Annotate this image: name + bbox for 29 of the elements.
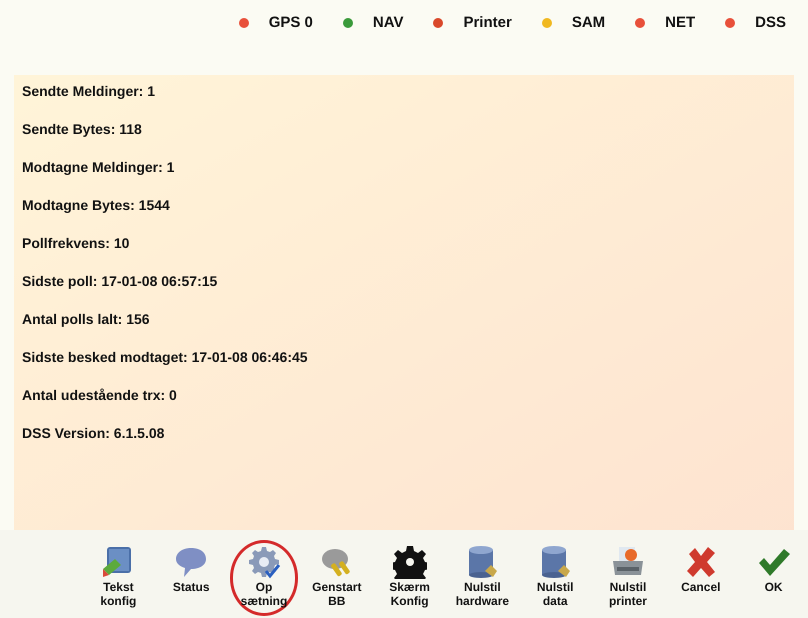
toolbar-button[interactable]: Skærm Konfig bbox=[375, 540, 444, 616]
toolbar-button[interactable]: Nulstil hardware bbox=[448, 540, 517, 616]
info-line: Modtagne Bytes: 1544 bbox=[22, 197, 170, 214]
toolbar-button[interactable]: Op sætning bbox=[230, 540, 298, 616]
status-label: GPS 0 bbox=[268, 12, 313, 33]
gear-check-icon bbox=[246, 545, 281, 579]
info-line: Pollfrekvens: 10 bbox=[22, 235, 130, 252]
info-line: Antal polls lalt: 156 bbox=[22, 311, 150, 328]
toolbar-button[interactable]: OK bbox=[739, 540, 808, 616]
status-label: DSS bbox=[755, 12, 786, 33]
status-label: Printer bbox=[463, 12, 512, 33]
toolbar-button[interactable]: Genstart BB bbox=[302, 540, 372, 616]
info-line: Sidste poll: 17-01-08 06:57:15 bbox=[22, 273, 218, 290]
toolbar-button[interactable]: Nulstil printer bbox=[594, 540, 662, 616]
info-line: DSS Version: 6.1.5.08 bbox=[22, 425, 164, 442]
info-line: Sendte Meldinger: 1 bbox=[22, 83, 156, 100]
toolbar-button[interactable]: Status bbox=[156, 540, 226, 616]
info-line: Sendte Bytes: 118 bbox=[22, 121, 142, 138]
info-line: Modtagne Meldinger: 1 bbox=[22, 159, 174, 176]
info-line: Antal udestående trx: 0 bbox=[22, 387, 177, 404]
toolbar-button[interactable]: Cancel bbox=[666, 540, 736, 616]
status-label: SAM bbox=[572, 12, 606, 33]
status-label: NAV bbox=[372, 12, 404, 33]
speech-bubble-icon bbox=[174, 545, 208, 579]
info-line: Sidste besked modtaget: 17-01-08 06:46:45 bbox=[22, 349, 308, 366]
gear-icon bbox=[392, 545, 427, 579]
toolbar-button[interactable]: Nulstil data bbox=[520, 540, 590, 616]
toolbar-button[interactable]: Tekst konfig bbox=[84, 540, 153, 616]
status-label: NET bbox=[665, 12, 696, 33]
